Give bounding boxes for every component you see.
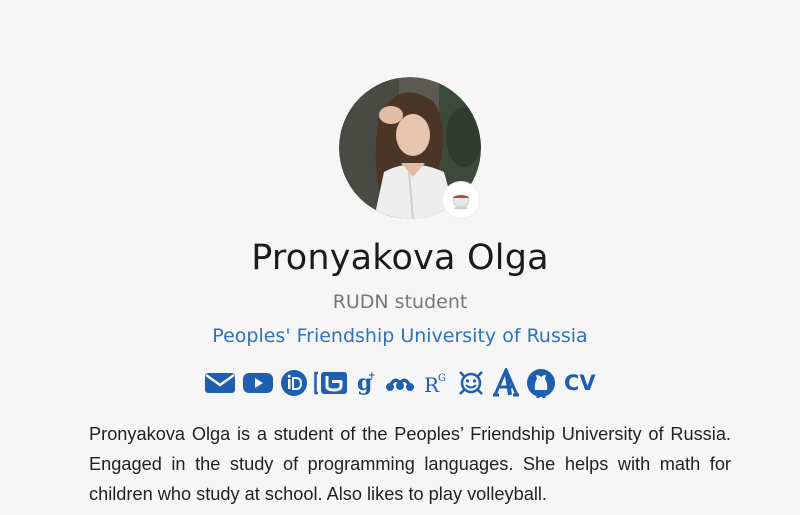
orcid-icon: [281, 370, 307, 396]
envelope-icon: [205, 373, 235, 393]
researchgate-link[interactable]: R G: [422, 366, 450, 400]
cv-link[interactable]: CV: [562, 366, 596, 400]
avatar-container: [339, 77, 481, 219]
profile-page: Pronyakova Olga RUDN student Peoples' Fr…: [0, 0, 800, 515]
youtube-link[interactable]: [242, 366, 274, 400]
organization-link[interactable]: Peoples' Friendship University of Russia: [0, 325, 800, 347]
github-icon: [527, 369, 555, 398]
publons-link[interactable]: [456, 366, 486, 400]
tea-cup-icon: [452, 195, 470, 210]
youtube-icon: [243, 373, 273, 393]
mendeley-link[interactable]: [384, 366, 416, 400]
orcid-link[interactable]: [280, 366, 308, 400]
github-link[interactable]: [526, 366, 556, 400]
social-links: g + R G CV: [204, 366, 596, 400]
profile-bio: Pronyakova Olga is a student of the Peop…: [89, 424, 731, 504]
google-scholar-icon: g +: [357, 370, 376, 396]
email-link[interactable]: [204, 366, 236, 400]
researchgate-icon: R G: [424, 373, 446, 397]
academia-icon: [493, 368, 519, 397]
google-scholar-link[interactable]: g +: [354, 366, 378, 400]
profile-role: RUDN student: [332, 291, 468, 313]
scopus-icon: [314, 371, 347, 395]
svg-text:G: G: [438, 373, 446, 384]
mendeley-icon: [386, 378, 414, 391]
svg-text:+: +: [368, 371, 376, 381]
profile-name: Pronyakova Olga: [251, 238, 549, 278]
status-emoji-badge: [443, 182, 479, 218]
scopus-link[interactable]: [314, 366, 348, 400]
academia-link[interactable]: [492, 366, 520, 400]
publons-icon: [459, 371, 483, 395]
